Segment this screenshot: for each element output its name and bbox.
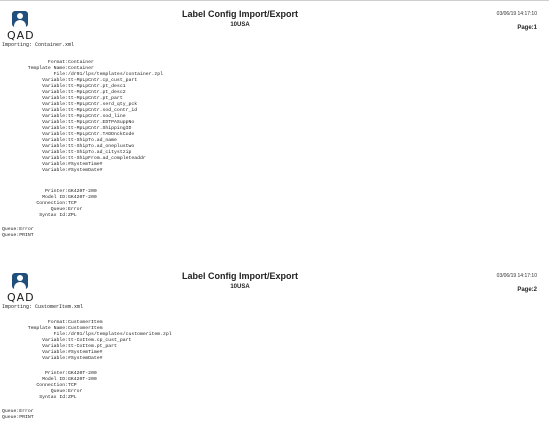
field-key: Variable: xyxy=(42,356,68,361)
field-value: ZPL xyxy=(68,213,77,218)
report-timestamp: 03/06/19 14:17:10 xyxy=(496,273,537,279)
qad-logo-icon xyxy=(12,273,28,289)
queue-line: Queue:PRINT xyxy=(2,415,34,420)
qad-logo-icon xyxy=(12,11,28,27)
logo-text: QAD xyxy=(7,29,35,42)
field-row: Variable: #SystemDate# xyxy=(2,356,172,362)
report-title: Label Config Import/Export xyxy=(182,9,298,19)
field-value: #SystemDate# xyxy=(68,356,103,361)
queue-line: Queue:PRINT xyxy=(2,233,34,238)
field-key: Variable: xyxy=(42,168,68,173)
report-timestamp: 03/06/19 14:17:10 xyxy=(496,11,537,17)
page-number: Page:2 xyxy=(517,287,537,293)
field-row: Variable: #SystemDate# xyxy=(2,168,163,174)
field-value: #SystemDate# xyxy=(68,168,103,173)
page-number: Page:1 xyxy=(517,25,537,31)
report-title: Label Config Import/Export xyxy=(182,271,298,281)
config-fields: Format: Container Template Name: Container F… xyxy=(2,60,163,174)
field-key: Syntax Id: xyxy=(39,395,68,400)
queue-lines: Queue:Error Queue:PRINT xyxy=(2,227,34,239)
field-row: Syntax Id: ZPL xyxy=(2,213,97,219)
field-value: ZPL xyxy=(68,395,77,400)
report-subtitle: 10USA xyxy=(230,22,250,28)
top-border xyxy=(0,0,549,1)
printer-fields: Printer: GK420T-200 Model ID: GK420T-200 Con… xyxy=(2,371,97,401)
config-fields: Format: CustomerItem Template Name: Custome… xyxy=(2,320,172,362)
queue-lines: Queue:Error Queue:PRINT xyxy=(2,409,34,421)
printer-fields: Printer: GK420T-200 Model ID: GK420T-200 Con… xyxy=(2,189,97,219)
importing-line: Importing: CustomerItem.xml xyxy=(2,304,84,310)
logo-text: QAD xyxy=(7,291,35,304)
importing-line: Importing: Container.xml xyxy=(2,42,75,48)
field-key: Syntax Id: xyxy=(39,213,68,218)
field-row: Syntax Id: ZPL xyxy=(2,395,97,401)
report-subtitle: 10USA xyxy=(230,284,250,290)
